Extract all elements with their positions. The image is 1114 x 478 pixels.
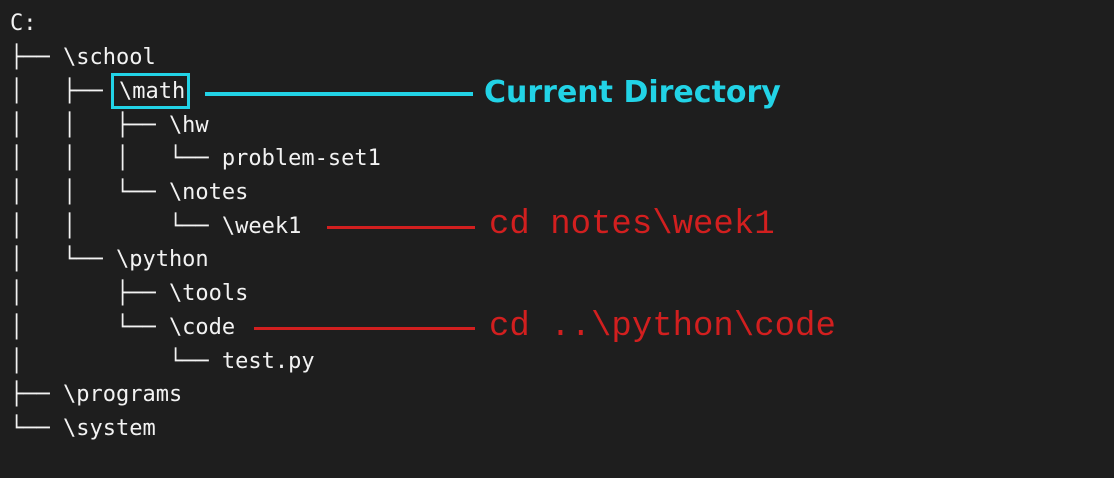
- current-directory-highlight-box: [111, 73, 190, 109]
- tree-line-math-branch: │ ├──: [10, 79, 103, 104]
- cd-week1-pointer-line: [327, 226, 475, 229]
- tree-line-programs: ├── \programs: [10, 382, 183, 407]
- directory-tree-diagram: C: ├── \school │ ├── │ │ ├── \hw │ │ │ └…: [0, 0, 1114, 478]
- current-directory-label: Current Directory: [484, 75, 781, 110]
- tree-line-school: ├── \school: [10, 45, 156, 70]
- tree-line-week1: │ │ └── \week1: [10, 214, 302, 239]
- tree-line-hw: │ │ ├── \hw: [10, 113, 209, 138]
- tree-line-problem-set1: │ │ │ └── problem-set1: [10, 146, 381, 171]
- tree-line-drive: C:: [10, 11, 37, 36]
- tree-line-system: └── \system: [10, 416, 156, 441]
- cd-code-command: cd ..\python\code: [489, 308, 836, 346]
- current-directory-pointer-line: [205, 92, 473, 96]
- tree-line-tools: │ ├── \tools: [10, 281, 249, 306]
- tree-line-test-py: │ └── test.py: [10, 349, 315, 374]
- tree-line-python: │ └── \python: [10, 247, 209, 272]
- tree-line-notes: │ │ └── \notes: [10, 180, 249, 205]
- tree-line-code: │ └── \code: [10, 315, 236, 340]
- cd-code-pointer-line: [254, 327, 475, 330]
- cd-week1-command: cd notes\week1: [489, 206, 775, 244]
